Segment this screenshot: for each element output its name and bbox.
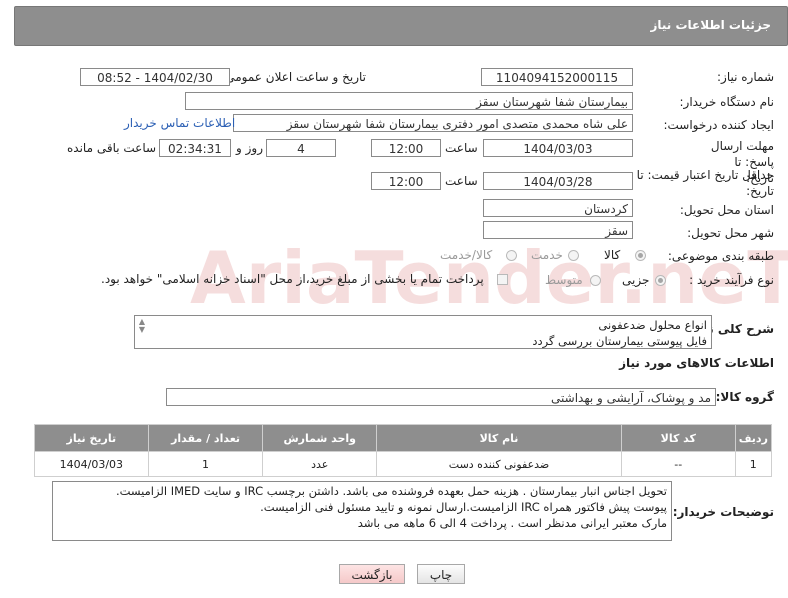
category-both-radio[interactable] [506,250,517,261]
purchase-minor-label: جزیی [622,273,650,287]
col-row-header: ردیف [734,424,773,452]
cell-code: -- [620,451,736,477]
category-label: طبقه بندی موضوعی: [667,249,774,263]
buyer-org-field: بیمارستان شفا شهرستان سقز [185,92,633,110]
buyer-contact-link[interactable]: اطلاعات تماس خریدار [124,116,235,130]
city-field: سقز [483,221,633,239]
table-row: 1 -- ضدعفونی کننده دست عدد 1 1404/03/03 [34,451,773,477]
province-label: استان محل تحویل: [679,203,774,217]
purchase-medium-label: متوسط [545,273,583,287]
reply-time-label: ساعت [445,141,478,155]
buyer-notes-line-2: پیوست پیش فاکتور همراه IRC الزامیست.ارسا… [260,500,667,514]
buyer-notes-label: توضیحات خریدار: [672,505,774,519]
buyer-notes-line-1: تحویل اجناس انبار بیمارستان . هزینه حمل … [115,484,667,498]
print-button[interactable]: چاپ [417,564,465,584]
remaining-time-field: 02:34:31 [159,139,231,157]
treasury-payment-note: پرداخت تمام یا بخشی از مبلغ خرید،از محل … [101,272,484,286]
goods-group-field: مد و پوشاک، آرایشی و بهداشتی [166,388,716,406]
category-service-label: خدمت [531,248,563,262]
purchase-minor-radio[interactable] [655,275,666,286]
price-time-field: 12:00 [371,172,441,190]
province-field: کردستان [483,199,633,217]
creator-field: علی شاه محمدی متصدی امور دفتری بیمارستان… [233,114,633,132]
announce-date-label: تاریخ و ساعت اعلان عمومی: [221,70,366,84]
panel-header: جزئیات اطلاعات نیاز [14,6,788,46]
col-name-header: نام کالا [376,424,622,452]
need-number-field: 1104094152000115 [481,68,633,86]
purchase-type-label: نوع فرآیند خرید : [689,273,774,287]
need-number-label: شماره نیاز: [717,70,774,84]
remaining-time-label: ساعت باقی مانده [67,141,157,155]
summary-line-1: انواع محلول ضدعفونی [598,318,707,332]
panel-title: جزئیات اطلاعات نیاز [650,18,771,32]
buyer-notes-textarea[interactable]: تحویل اجناس انبار بیمارستان . هزینه حمل … [52,481,672,541]
treasury-payment-checkbox[interactable] [497,274,508,285]
items-table: ردیف کد کالا نام کالا واحد شمارش تعداد /… [34,424,773,477]
cell-row: 1 [734,451,773,477]
buyer-org-label: نام دستگاه خریدار: [679,95,775,109]
cell-date: 1404/03/03 [34,451,149,477]
creator-label: ایجاد کننده درخواست: [663,118,774,132]
days-label: روز و [236,141,263,155]
category-goods-label: کالا [604,248,621,262]
summary-textarea[interactable]: انواع محلول ضدعفونی فایل پیوستی بیمارستا… [134,315,712,349]
purchase-medium-radio[interactable] [590,275,601,286]
announce-date-field: 1404/02/30 - 08:52 [80,68,230,86]
col-code-header: کد کالا [620,424,736,452]
col-date-header: تاریخ نیاز [34,424,149,452]
cell-unit: عدد [262,451,378,477]
cell-name: ضدعفونی کننده دست [376,451,622,477]
buyer-notes-line-3: مارک معتبر ایرانی مدنظر است . پرداخت 4 ا… [357,516,667,530]
items-table-header: ردیف کد کالا نام کالا واحد شمارش تعداد /… [34,424,773,452]
goods-section-title: اطلاعات کالاهای مورد نیاز [619,356,774,370]
cell-qty: 1 [147,451,264,477]
reply-date-field: 1404/03/03 [483,139,633,157]
price-date-field: 1404/03/28 [483,172,633,190]
goods-group-label: گروه کالا: [715,390,774,404]
col-unit-header: واحد شمارش [262,424,378,452]
back-button[interactable]: بازگشت [339,564,405,584]
city-label: شهر محل تحویل: [687,226,774,240]
scroll-arrows-icon[interactable]: ▲ ▼ [137,318,147,334]
price-validity-label: حداقل تاریخ اعتبار قیمت: تا تاریخ: [636,168,774,198]
category-both-label: کالا/خدمت [440,248,493,262]
price-time-label: ساعت [445,174,478,188]
reply-time-field: 12:00 [371,139,441,157]
category-service-radio[interactable] [568,250,579,261]
col-qty-header: تعداد / مقدار [147,424,264,452]
category-goods-radio[interactable] [635,250,646,261]
summary-line-2: فایل پیوستی بیمارستان بررسی گردد [532,334,707,348]
days-field: 4 [266,139,336,157]
